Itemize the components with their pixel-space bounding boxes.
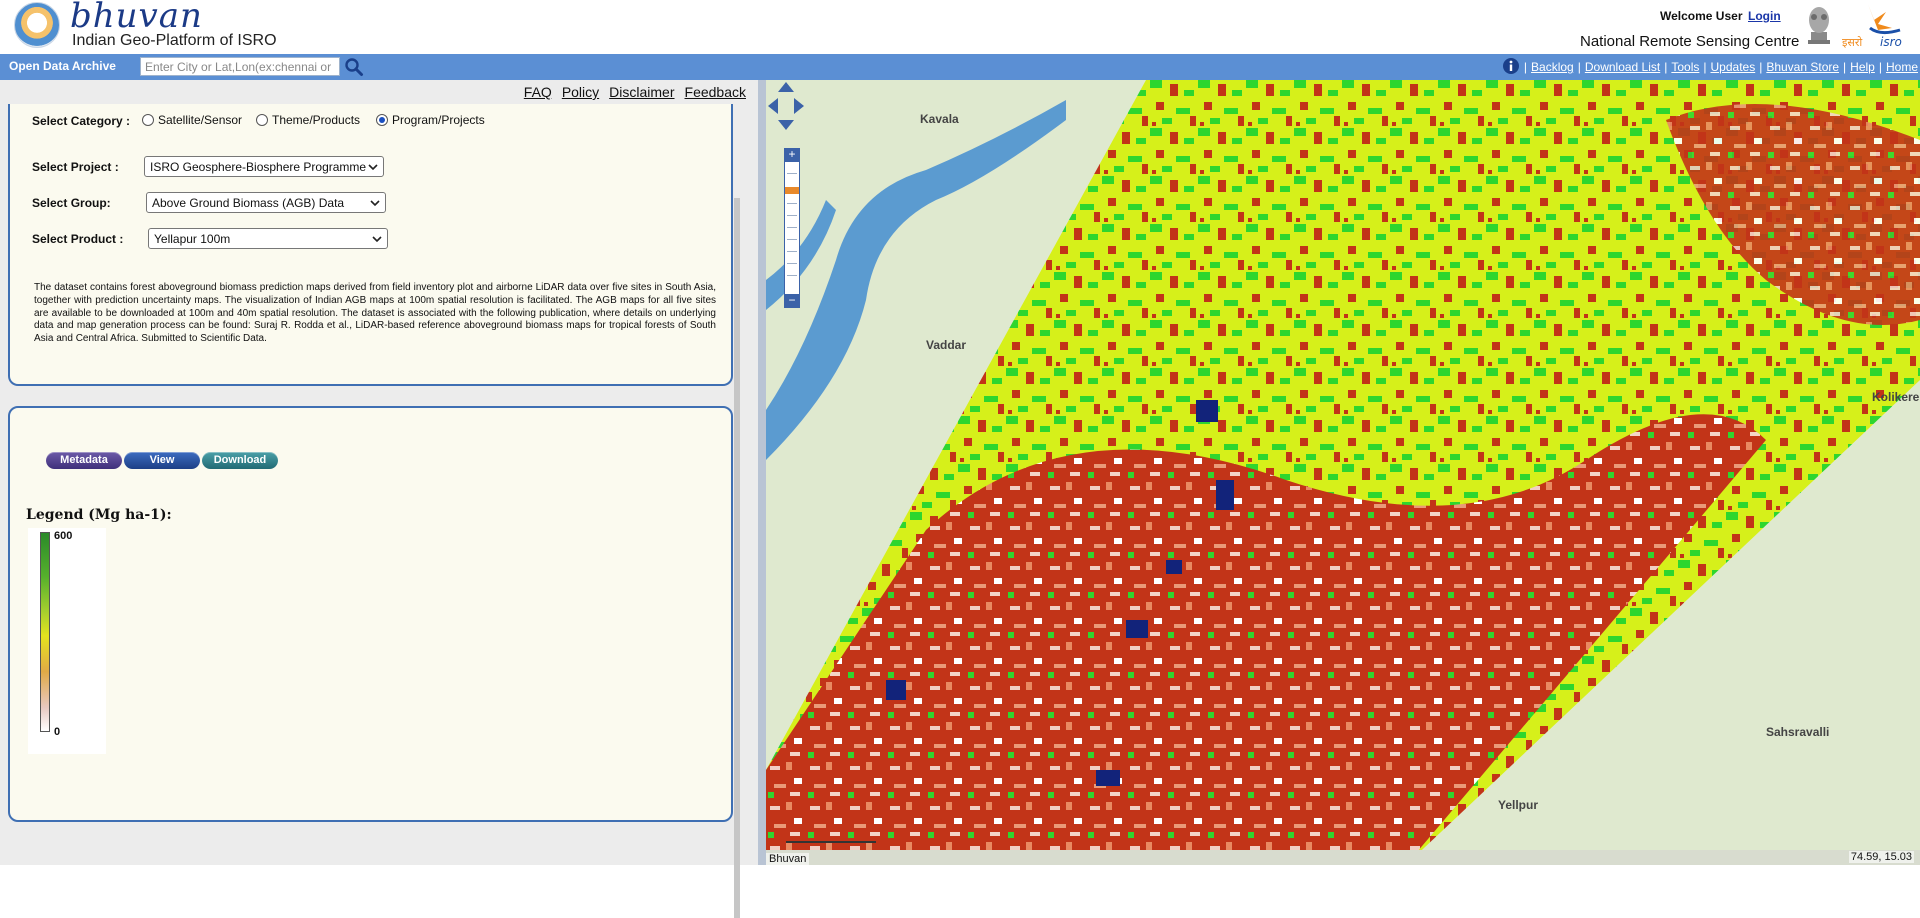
bhuvan-logo-icon — [14, 2, 60, 48]
help-link[interactable]: Help — [1850, 60, 1875, 74]
group-value: Above Ground Biomass (AGB) Data — [152, 196, 345, 210]
actions-legend-panel: Metadata View Download Legend (Mg ha-1):… — [8, 406, 733, 822]
org-name: National Remote Sensing Centre — [1580, 33, 1800, 50]
product-value: Yellapur 100m — [154, 232, 231, 246]
chevron-down-icon — [372, 236, 382, 243]
project-label: Select Project : — [32, 160, 119, 174]
login-link[interactable]: Login — [1748, 9, 1781, 23]
cursor-coordinates: 74.59, 15.03 — [1848, 851, 1914, 863]
legend-min-value: 0 — [54, 726, 61, 738]
scale-bar — [786, 841, 876, 843]
legend-color-ramp — [40, 532, 50, 732]
welcome-text: Welcome User — [1660, 9, 1743, 23]
category-satellite-radio[interactable]: Satellite/Sensor — [142, 113, 242, 127]
isro-logo-icon: इसरो isro — [1842, 4, 1902, 49]
chevron-down-icon — [370, 200, 380, 207]
zoom-tick — [787, 203, 797, 204]
panel-scrollbar[interactable] — [734, 198, 740, 918]
pan-control-icon[interactable] — [766, 80, 806, 132]
place-label-kolikere: Kolikere — [1872, 390, 1920, 404]
category-theme-radio[interactable]: Theme/Products — [256, 113, 360, 127]
product-label: Select Product : — [32, 232, 124, 246]
location-search-input[interactable] — [140, 57, 340, 76]
zoom-thumb[interactable] — [785, 187, 799, 194]
info-icon[interactable] — [1502, 57, 1520, 75]
category-label: Select Category : — [32, 114, 131, 128]
logo-text: bhuvan — [70, 0, 203, 36]
left-panel: FAQ Policy Disclaimer Feedback Select Ca… — [0, 80, 758, 918]
view-button[interactable]: View — [124, 452, 200, 469]
radio-label: Program/Projects — [392, 113, 485, 127]
zoom-tick — [787, 263, 797, 264]
zoom-tick — [787, 173, 797, 174]
zoom-slider[interactable]: + − — [784, 148, 800, 308]
zoom-tick — [787, 239, 797, 240]
open-data-archive-label: Open Data Archive — [9, 59, 116, 73]
app-header: bhuvan Indian Geo-Platform of ISRO Welco… — [0, 0, 1920, 54]
place-label-kavala: Kavala — [920, 112, 959, 126]
top-toolbar: Open Data Archive |Backlog |Download Lis… — [0, 54, 1920, 80]
zoom-out-button[interactable]: − — [784, 294, 800, 308]
zoom-tick — [787, 227, 797, 228]
policy-link[interactable]: Policy — [562, 84, 599, 100]
dataset-description: The dataset contains forest aboveground … — [34, 282, 716, 345]
map-canvas — [766, 80, 1920, 865]
radio-label: Theme/Products — [272, 113, 361, 127]
place-label-yellpur: Yellpur — [1498, 798, 1539, 812]
tools-link[interactable]: Tools — [1671, 60, 1699, 74]
download-button[interactable]: Download — [202, 452, 278, 469]
svg-text:इसरो: इसरो — [1842, 36, 1862, 49]
faq-link[interactable]: FAQ — [524, 84, 552, 100]
radio-dot — [142, 114, 154, 126]
download-list-link[interactable]: Download List — [1585, 60, 1660, 74]
home-link[interactable]: Home — [1886, 60, 1918, 74]
group-label: Select Group: — [32, 196, 111, 210]
feedback-link[interactable]: Feedback — [685, 84, 746, 100]
legend-title: Legend (Mg ha-1): — [26, 507, 172, 523]
zoom-tick — [787, 275, 797, 276]
updates-link[interactable]: Updates — [1711, 60, 1756, 74]
backlog-link[interactable]: Backlog — [1531, 60, 1574, 74]
product-select[interactable]: Yellapur 100m — [148, 228, 388, 249]
zoom-tick — [787, 215, 797, 216]
project-select[interactable]: ISRO Geosphere-Biosphere Programme — [144, 156, 384, 177]
search-icon[interactable] — [344, 57, 364, 77]
svg-text:isro: isro — [1880, 35, 1902, 49]
bhuvan-store-link[interactable]: Bhuvan Store — [1766, 60, 1839, 74]
national-emblem-icon — [1808, 7, 1830, 44]
zoom-in-button[interactable]: + — [784, 148, 800, 162]
top-nav-links: | Backlog | Download List | Tools | Updates … — [1502, 57, 1918, 75]
group-select[interactable]: Above Ground Biomass (AGB) Data — [146, 192, 386, 213]
place-label-sahsravalli: Sahsravalli — [1766, 725, 1830, 739]
map-view[interactable]: Kavala Vaddar Kolikere Sahsravalli Yellp… — [766, 80, 1920, 865]
radio-dot-selected — [376, 114, 388, 126]
logo-subtitle: Indian Geo-Platform of ISRO — [72, 32, 277, 49]
radio-label: Satellite/Sensor — [158, 113, 243, 127]
legend-max-value: 600 — [54, 530, 73, 542]
zoom-tick — [787, 251, 797, 252]
chevron-down-icon — [368, 164, 378, 171]
panel-splitter[interactable] — [758, 80, 766, 865]
radio-dot — [256, 114, 268, 126]
disclaimer-link[interactable]: Disclaimer — [609, 84, 674, 100]
project-value: ISRO Geosphere-Biosphere Programme — [150, 160, 367, 174]
category-program-radio[interactable]: Program/Projects — [376, 113, 485, 127]
place-label-vaddar: Vaddar — [926, 338, 967, 352]
map-attribution: Bhuvan — [766, 853, 810, 865]
selection-form: Select Category : Satellite/Sensor Theme… — [8, 104, 733, 386]
info-links: FAQ Policy Disclaimer Feedback — [524, 84, 746, 100]
metadata-button[interactable]: Metadata — [46, 452, 122, 469]
